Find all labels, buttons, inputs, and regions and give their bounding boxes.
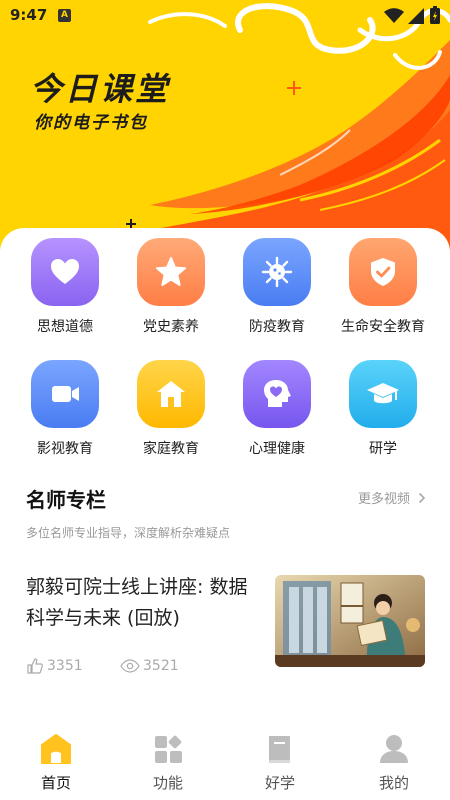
eye-icon: [120, 659, 140, 673]
wifi-icon: [384, 8, 404, 23]
notification-badge: A: [58, 9, 71, 22]
article-thumbnail[interactable]: [275, 575, 425, 667]
house-icon: [157, 381, 185, 407]
category-tile: [243, 360, 311, 428]
signal-icon: [408, 8, 424, 24]
category-label: 思想道德: [37, 319, 93, 335]
category-label: 家庭教育: [143, 441, 199, 457]
category-tile: [31, 360, 99, 428]
graduation-cap-icon: [367, 383, 399, 404]
battery-icon: [430, 6, 440, 24]
user-icon: [380, 735, 408, 763]
status-time: 9:47: [10, 6, 48, 24]
nav-label: 我的: [378, 774, 409, 792]
category-life-safety[interactable]: 生命安全教育: [330, 238, 436, 336]
home-icon: [41, 734, 71, 764]
category-tile: [31, 238, 99, 306]
category-party-history[interactable]: 党史素养: [118, 238, 224, 336]
heart-icon: [51, 259, 79, 284]
category-label: 心理健康: [249, 441, 305, 457]
category-epidemic-prevention[interactable]: 防疫教育: [224, 238, 330, 336]
view-count-value: 3521: [143, 658, 179, 674]
shield-check-icon: [371, 258, 395, 286]
thumbs-up-icon: [27, 658, 43, 674]
category-label: 研学: [369, 441, 397, 457]
hero-subtitle: 你的电子书包: [34, 113, 148, 133]
nav-home[interactable]: 首页: [16, 732, 96, 793]
category-ideology-morality[interactable]: 思想道德: [12, 238, 118, 336]
virus-icon: [261, 256, 293, 288]
star-icon: [156, 257, 186, 286]
head-heart-icon: [264, 380, 291, 407]
nav-study[interactable]: 好学: [240, 732, 320, 793]
hero-title: 今日课堂: [30, 70, 171, 108]
article-title[interactable]: 郭毅可院士线上讲座: 数据科学与未来 (回放): [26, 572, 266, 634]
book-icon: [269, 736, 290, 763]
category-tile: [137, 238, 205, 306]
category-study-tour[interactable]: 研学: [330, 360, 436, 458]
category-tile: [349, 238, 417, 306]
grid-icon: [155, 735, 182, 763]
section-title: 名师专栏: [26, 488, 106, 512]
category-label: 党史素养: [143, 319, 199, 335]
nav-features[interactable]: 功能: [128, 732, 208, 793]
scholar-reading-illustration: [275, 575, 425, 667]
section-description: 多位名师专业指导，深度解析杂难疑点: [26, 526, 231, 540]
category-label: 防疫教育: [249, 319, 305, 335]
chevron-right-icon: [418, 492, 426, 503]
status-bar: 9:47 A: [0, 0, 450, 32]
category-mental-health[interactable]: 心理健康: [224, 360, 330, 458]
nav-label: 好学: [264, 774, 295, 792]
more-videos-link[interactable]: 更多视频: [358, 488, 426, 507]
category-family-education[interactable]: 家庭教育: [118, 360, 224, 458]
category-tile: [243, 238, 311, 306]
video-camera-icon: [52, 386, 79, 402]
bottom-navigation: 首页 功能 好学 我的: [0, 728, 450, 800]
like-count[interactable]: 3351: [26, 657, 83, 675]
view-count: 3521: [120, 657, 179, 675]
category-label: 影视教育: [37, 441, 93, 457]
category-film-education[interactable]: 影视教育: [12, 360, 118, 458]
category-label: 生命安全教育: [341, 319, 425, 335]
category-tile: [349, 360, 417, 428]
nav-label: 功能: [152, 774, 183, 792]
nav-label: 首页: [40, 774, 71, 792]
hero-banner: 9:47 A 今日课堂 你的电子书包: [0, 0, 450, 250]
like-count-value: 3351: [47, 658, 83, 674]
nav-profile[interactable]: 我的: [354, 732, 434, 793]
category-tile: [137, 360, 205, 428]
more-videos-label: 更多视频: [357, 492, 410, 507]
